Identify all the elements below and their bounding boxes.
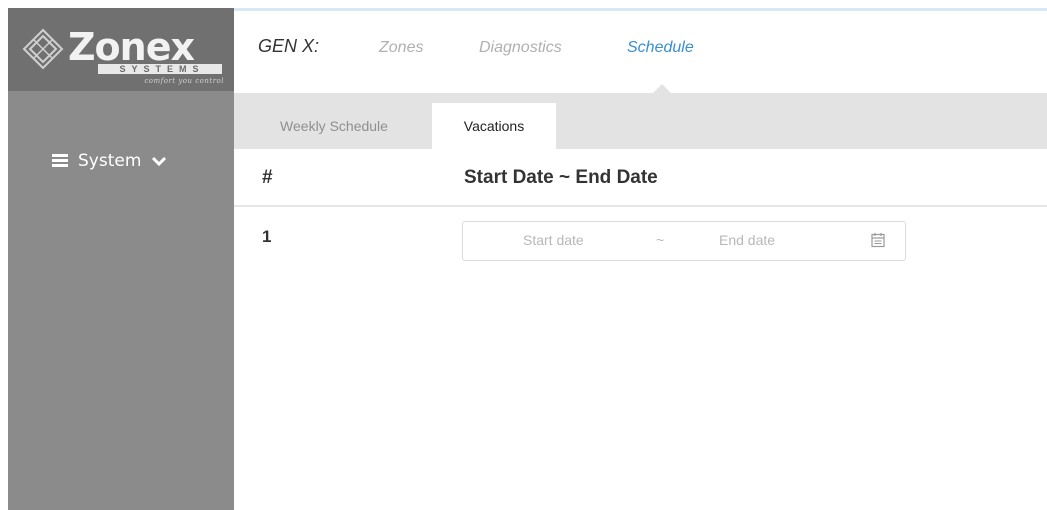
row-number: 1 [262, 227, 272, 246]
sidebar: Zonex SYSTEMS comfort you control System [8, 8, 234, 510]
chevron-down-icon [152, 156, 167, 167]
sidebar-item-label: System [78, 151, 142, 171]
tab-vacations[interactable]: Vacations [432, 103, 556, 149]
logo-systems: SYSTEMS [98, 64, 222, 74]
nav-schedule[interactable]: Schedule [627, 39, 694, 57]
main-content: GEN X: Zones Diagnostics Schedule Weekly… [234, 8, 1047, 510]
column-header-date-range: Start Date ~ End Date [464, 167, 658, 188]
logo-tagline: comfort you control [144, 77, 224, 85]
logo-bar: Zonex SYSTEMS comfort you control [8, 8, 234, 91]
logo-wordmark: Zonex [68, 25, 195, 69]
end-date-input[interactable]: End date [719, 232, 775, 248]
app: Zonex SYSTEMS comfort you control System… [0, 0, 1047, 510]
zonex-logo[interactable]: Zonex SYSTEMS comfort you control [22, 25, 224, 88]
list-icon [52, 154, 68, 168]
diamond-logo-icon [22, 28, 64, 70]
tab-bar: Weekly Schedule Vacations [234, 93, 1047, 149]
nav-diagnostics[interactable]: Diagnostics [479, 39, 562, 57]
top-nav: GEN X: Zones Diagnostics Schedule [234, 11, 1047, 94]
date-range-picker[interactable]: Start date ~ End date [462, 221, 906, 261]
sidebar-item-system[interactable]: System [52, 150, 167, 172]
app-title: GEN X: [258, 36, 320, 56]
column-header-number: # [262, 167, 273, 188]
start-date-input[interactable]: Start date [523, 232, 584, 248]
calendar-icon[interactable] [871, 232, 885, 248]
tab-weekly-schedule[interactable]: Weekly Schedule [248, 103, 420, 149]
nav-zones[interactable]: Zones [379, 39, 423, 57]
date-range-separator: ~ [656, 232, 665, 248]
table-row: 1 Start date ~ End date [234, 209, 1047, 269]
table-header: # Start Date ~ End Date [234, 149, 1047, 207]
